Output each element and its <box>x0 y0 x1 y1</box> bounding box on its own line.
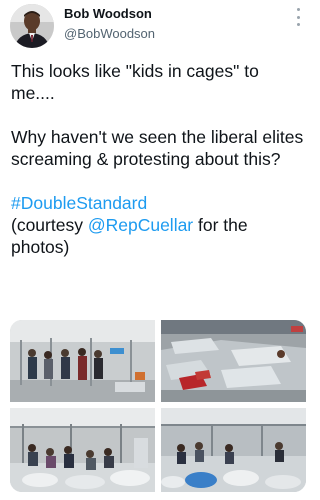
user-handle[interactable]: @BobWoodson <box>64 26 155 41</box>
media-grid <box>10 320 306 492</box>
tweet-line-2: Why haven't we seen the liberal elites s… <box>11 127 304 169</box>
tweet-text: This looks like "kids in cages" to me...… <box>11 60 307 258</box>
more-options-icon[interactable] <box>291 8 305 26</box>
photo-4[interactable] <box>161 408 306 492</box>
courtesy-prefix: (courtesy <box>11 215 88 235</box>
courtesy-line: (courtesy @RepCuellar for the photos) <box>11 214 307 258</box>
photo-1[interactable] <box>10 320 155 402</box>
tweet-line-1: This looks like "kids in cages" to me...… <box>11 61 259 103</box>
photo-2[interactable] <box>161 320 306 402</box>
tweet-header: Bob Woodson @BobWoodson <box>0 0 315 52</box>
avatar[interactable] <box>10 4 54 48</box>
photo-3[interactable] <box>10 408 155 492</box>
display-name[interactable]: Bob Woodson <box>64 6 152 21</box>
hashtag-link[interactable]: #DoubleStandard <box>11 192 307 214</box>
mention-link[interactable]: @RepCuellar <box>88 215 193 235</box>
